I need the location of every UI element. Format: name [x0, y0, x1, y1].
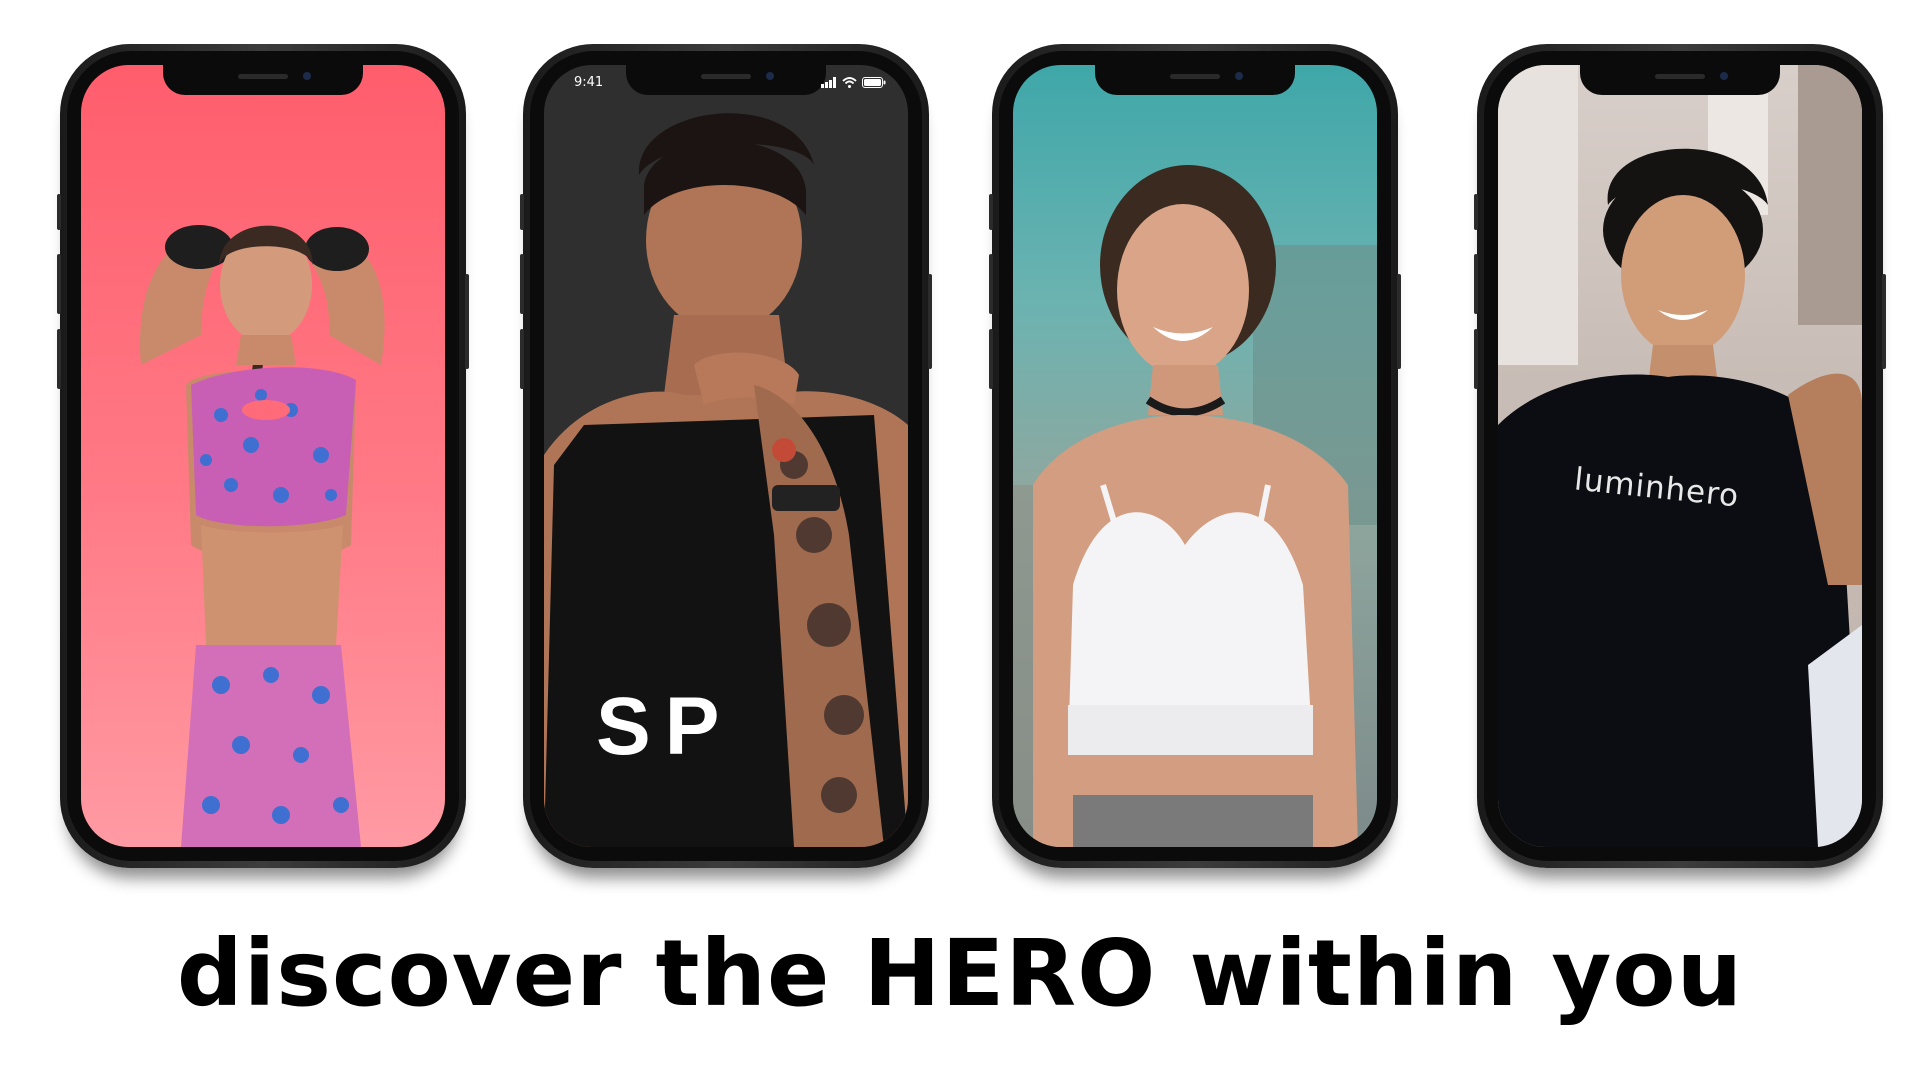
athlete-photo-1: [140, 225, 385, 847]
tank-top-text: SP: [596, 681, 734, 772]
phone-mockup-1: [57, 44, 469, 868]
phone-mockup-4: luminhero: [1474, 44, 1886, 868]
phone-screen-4: luminhero: [1498, 65, 1862, 847]
phone-screen-3: [1013, 65, 1377, 847]
signal-icon: [821, 77, 836, 88]
phone-notch: [1580, 65, 1780, 95]
phone-mockup-3: [989, 44, 1401, 868]
status-bar: 9:41: [544, 75, 908, 93]
athlete-photo-3: [1013, 165, 1377, 847]
tagline: discover the HERO within you: [176, 920, 1744, 1027]
battery-icon: [862, 77, 886, 88]
phone-notch: [1095, 65, 1295, 95]
phone-screen-1: [81, 65, 445, 847]
status-time: 9:41: [574, 75, 604, 90]
phone-mockup-2: 9:41 SP: [520, 44, 932, 868]
athlete-photo-4: [1498, 65, 1862, 847]
wifi-icon: [842, 77, 857, 88]
phone-screen-2: 9:41 SP: [544, 65, 908, 847]
phone-notch: [163, 65, 363, 95]
